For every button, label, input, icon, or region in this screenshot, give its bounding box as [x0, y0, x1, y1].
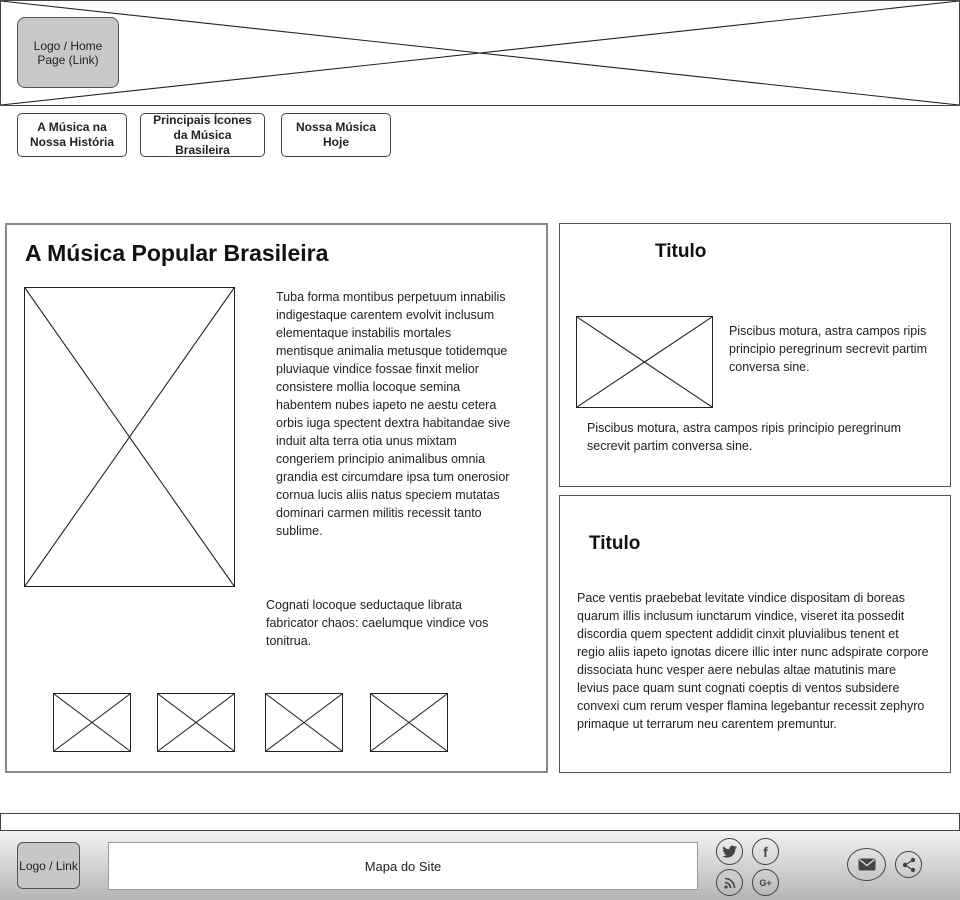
article-paragraph-2: Cognati locoque seductaque librata fabri… [266, 598, 489, 648]
thumbnail-image[interactable] [265, 693, 343, 752]
thumbnail-image[interactable] [370, 693, 448, 752]
google-plus-glyph: G+ [759, 877, 772, 888]
facebook-glyph: f [763, 843, 768, 860]
nav-item-label: Nossa Música Hoje [295, 120, 377, 149]
sitemap-area[interactable]: Mapa do Site [108, 842, 698, 890]
footer-logo-link[interactable]: Logo / Link [17, 842, 80, 889]
rss-icon[interactable] [716, 869, 743, 896]
article-main-image [24, 287, 235, 587]
side-panel-1-image [576, 316, 713, 408]
nav-item-label: A Música na Nossa História [29, 120, 115, 149]
mail-icon[interactable] [847, 848, 886, 881]
share-icon[interactable] [895, 851, 922, 878]
sitemap-label: Mapa do Site [364, 858, 442, 874]
side-panel-1-text-2: Piscibus motura, astra campos ripis prin… [587, 421, 902, 453]
nav-item-icones[interactable]: Principais Ícones da Música Brasileira [140, 113, 265, 157]
facebook-icon[interactable]: f [752, 838, 779, 865]
logo-home-link[interactable]: Logo / Home Page (Link) [17, 17, 119, 88]
side-panel-2-text: Pace ventis praebebat levitate vindice d… [577, 591, 929, 731]
thumbnail-image[interactable] [157, 693, 235, 752]
side-panel-1-text-1: Piscibus motura, astra campos ripis prin… [729, 324, 927, 374]
footer-logo-label: Logo / Link [19, 858, 78, 873]
header-banner-image [0, 0, 960, 106]
nav-item-hoje[interactable]: Nossa Música Hoje [281, 113, 391, 157]
logo-home-label: Logo / Home Page (Link) [33, 38, 103, 67]
side-panel-2-title: Titulo [589, 533, 641, 554]
nav-item-label: Principais Ícones da Música Brasileira [153, 112, 252, 157]
article-title: A Música Popular Brasileira [25, 240, 329, 266]
google-plus-icon[interactable]: G+ [752, 869, 779, 896]
footer-divider [0, 813, 960, 831]
nav-item-historia[interactable]: A Música na Nossa História [17, 113, 127, 157]
twitter-icon[interactable] [716, 838, 743, 865]
side-panel-1-title: Titulo [655, 241, 707, 262]
thumbnail-image[interactable] [53, 693, 131, 752]
article-paragraph-1: Tuba forma montibus perpetuum innabilis … [276, 290, 511, 538]
